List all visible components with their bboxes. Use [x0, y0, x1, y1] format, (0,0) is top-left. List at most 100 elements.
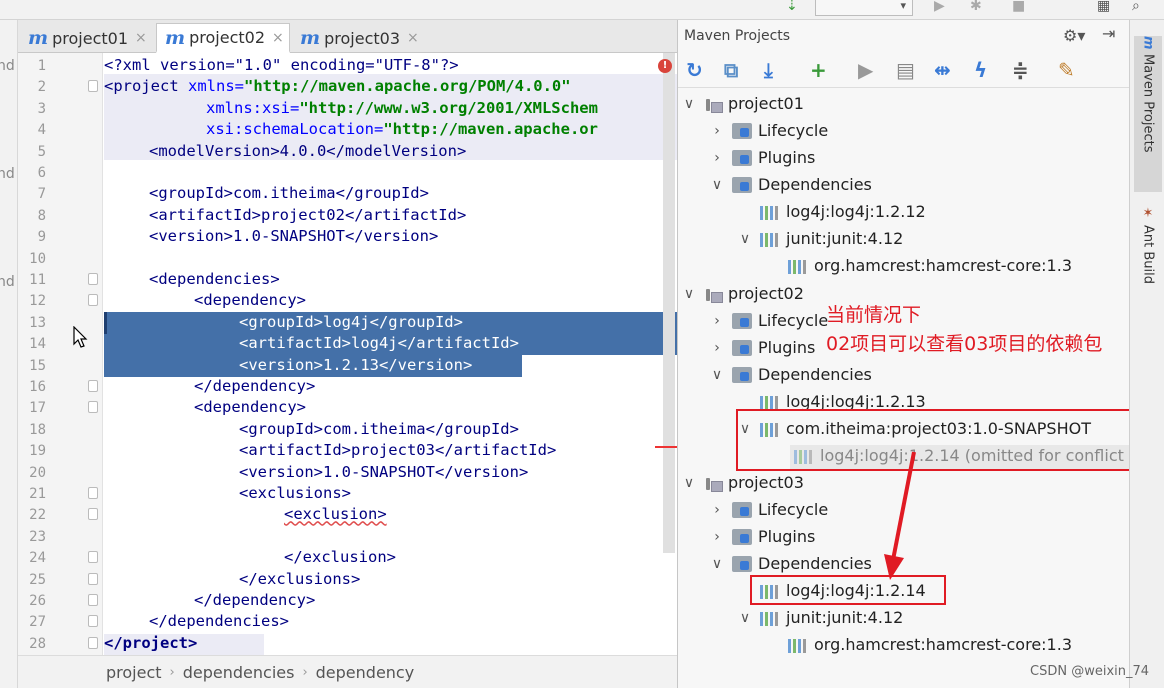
- vertical-tab-label: Ant Build: [1140, 225, 1156, 284]
- fold-marker-icon[interactable]: [88, 572, 98, 585]
- line-number: 19: [29, 443, 46, 460]
- tab-ant-build[interactable]: ✶ Ant Build: [1134, 206, 1162, 306]
- tab-project03[interactable]: m project03 ×: [292, 23, 426, 53]
- line-number: 20: [29, 464, 46, 481]
- line-number: 3: [37, 100, 46, 117]
- code-line: <dependency>: [194, 398, 306, 417]
- fold-marker-icon[interactable]: [88, 508, 98, 521]
- watermark: CSDN @weixin_74: [1030, 664, 1150, 679]
- line-number: 22: [29, 507, 46, 524]
- vcs-update-icon[interactable]: ⇣: [786, 0, 798, 14]
- code-line: </dependencies>: [149, 612, 289, 631]
- code-editor[interactable]: 1 <?xml version="1.0" encoding="UTF-8"?>!…: [18, 53, 677, 655]
- left-tool-strip: nd nd nd: [0, 20, 18, 688]
- error-icon[interactable]: !: [658, 59, 672, 73]
- close-icon[interactable]: ×: [272, 30, 284, 46]
- close-icon[interactable]: ×: [407, 30, 419, 46]
- line-number: 6: [37, 165, 46, 181]
- code-line: <?xml version="1.0" encoding="UTF-8"?>: [104, 56, 459, 74]
- line-number: 2: [37, 79, 46, 96]
- stop-icon[interactable]: ■: [1012, 0, 1025, 14]
- code-line: <dependency>: [194, 291, 306, 310]
- vertical-tab-label: Maven Projects: [1140, 53, 1156, 153]
- mouse-cursor-icon: [73, 326, 88, 348]
- line-number: 18: [29, 421, 46, 438]
- breadcrumb-item[interactable]: dependency: [316, 663, 415, 682]
- maven-projects-panel: Maven Projects ⚙▾ ⇥ ↻ ⧉ ⤓ + ▶ ▤ ⇹ ϟ ≑ ✎ …: [677, 20, 1153, 688]
- code-line: <artifactId>log4j</artifactId>: [239, 334, 519, 353]
- connector-line: [655, 446, 677, 448]
- line-number: 12: [29, 293, 46, 310]
- code-line: <artifactId>project03</artifactId>: [239, 441, 557, 460]
- fold-marker-icon[interactable]: [88, 80, 98, 93]
- maven-file-icon: m: [300, 27, 321, 49]
- breadcrumb: project › dependencies › dependency: [18, 655, 677, 688]
- line-number: 9: [37, 229, 46, 246]
- breadcrumb-item[interactable]: dependencies: [183, 663, 295, 682]
- line-number: 5: [37, 143, 46, 160]
- search-icon[interactable]: ⌕: [1132, 0, 1140, 14]
- code-line: <modelVersion>4.0.0</modelVersion>: [149, 141, 467, 160]
- project-structure-icon[interactable]: ▦: [1097, 0, 1110, 14]
- code-line: <version>1.0-SNAPSHOT</version>: [239, 462, 529, 481]
- line-number: 15: [29, 357, 46, 374]
- fold-marker-icon[interactable]: [88, 594, 98, 606]
- maven-file-icon: m: [28, 27, 49, 49]
- line-number: 27: [29, 614, 46, 631]
- code-line: <project xmlns="http://maven.apache.org/…: [104, 77, 571, 96]
- editor-tabs: m project01 × m project02 × m project03 …: [18, 20, 677, 53]
- tab-project01[interactable]: m project01 ×: [20, 23, 150, 53]
- cropped-text: nd: [0, 274, 15, 290]
- code-line: </dependency>: [194, 591, 316, 609]
- code-line: xmlns:xsi="http://www.w3.org/2001/XMLSch…: [206, 98, 598, 117]
- line-number: 7: [37, 186, 46, 203]
- fold-marker-icon[interactable]: [88, 487, 98, 499]
- fold-marker-icon[interactable]: [88, 636, 98, 649]
- line-number: 25: [29, 571, 46, 588]
- chevron-down-icon: ▾: [900, 0, 906, 12]
- line-number: 8: [37, 207, 46, 224]
- fold-marker-icon[interactable]: [88, 380, 98, 392]
- annotation-arrow: [884, 451, 916, 580]
- line-number: 10: [29, 250, 46, 267]
- close-icon[interactable]: ×: [135, 30, 147, 46]
- tab-maven-projects[interactable]: m Maven Projects: [1134, 36, 1162, 192]
- line-number: 21: [29, 486, 46, 502]
- fold-marker-icon[interactable]: [88, 273, 98, 285]
- line-number: 17: [29, 400, 46, 417]
- code-line: </exclusion>: [284, 548, 396, 567]
- tab-project02[interactable]: m project02 ×: [156, 23, 290, 53]
- code-line: <exclusions>: [239, 484, 351, 502]
- fold-marker-icon[interactable]: [88, 401, 98, 414]
- cropped-text: nd: [0, 166, 15, 182]
- right-tool-strip: m Maven Projects ✶ Ant Build: [1129, 20, 1164, 688]
- code-line: <groupId>log4j</groupId>: [239, 312, 463, 331]
- code-line: </project>: [104, 633, 198, 652]
- tab-label: project02: [189, 28, 265, 47]
- line-number: 24: [29, 550, 46, 567]
- fold-marker-icon[interactable]: [88, 294, 98, 307]
- code-line: xsi:schemaLocation="http://maven.apache.…: [206, 120, 598, 139]
- ant-icon: ✶: [1140, 206, 1156, 221]
- debug-icon[interactable]: ✱: [970, 0, 982, 14]
- code-line: <dependencies>: [149, 270, 280, 288]
- fold-marker-icon[interactable]: [88, 615, 98, 628]
- line-number: 28: [29, 635, 46, 652]
- main-toolbar: ⇣ ▾ ▶ ✱ ■ ▦ ⌕: [0, 0, 1164, 20]
- fold-marker-icon[interactable]: [88, 551, 98, 564]
- line-number: 13: [29, 314, 46, 331]
- line-number: 26: [29, 593, 46, 609]
- code-line: <exclusion>: [284, 505, 387, 524]
- breadcrumb-item[interactable]: project: [106, 663, 162, 682]
- line-number: 16: [29, 379, 46, 395]
- code-line: </dependency>: [194, 377, 316, 395]
- line-number: 4: [37, 122, 46, 139]
- code-line: <artifactId>project02</artifactId>: [149, 205, 467, 224]
- tab-label: project01: [52, 28, 128, 48]
- run-configuration-select[interactable]: ▾: [815, 0, 913, 16]
- line-number: 23: [29, 528, 46, 545]
- maven-icon: m: [1140, 36, 1156, 50]
- chevron-right-icon: ›: [169, 664, 175, 680]
- run-icon[interactable]: ▶: [934, 0, 945, 14]
- maven-file-icon: m: [165, 26, 186, 49]
